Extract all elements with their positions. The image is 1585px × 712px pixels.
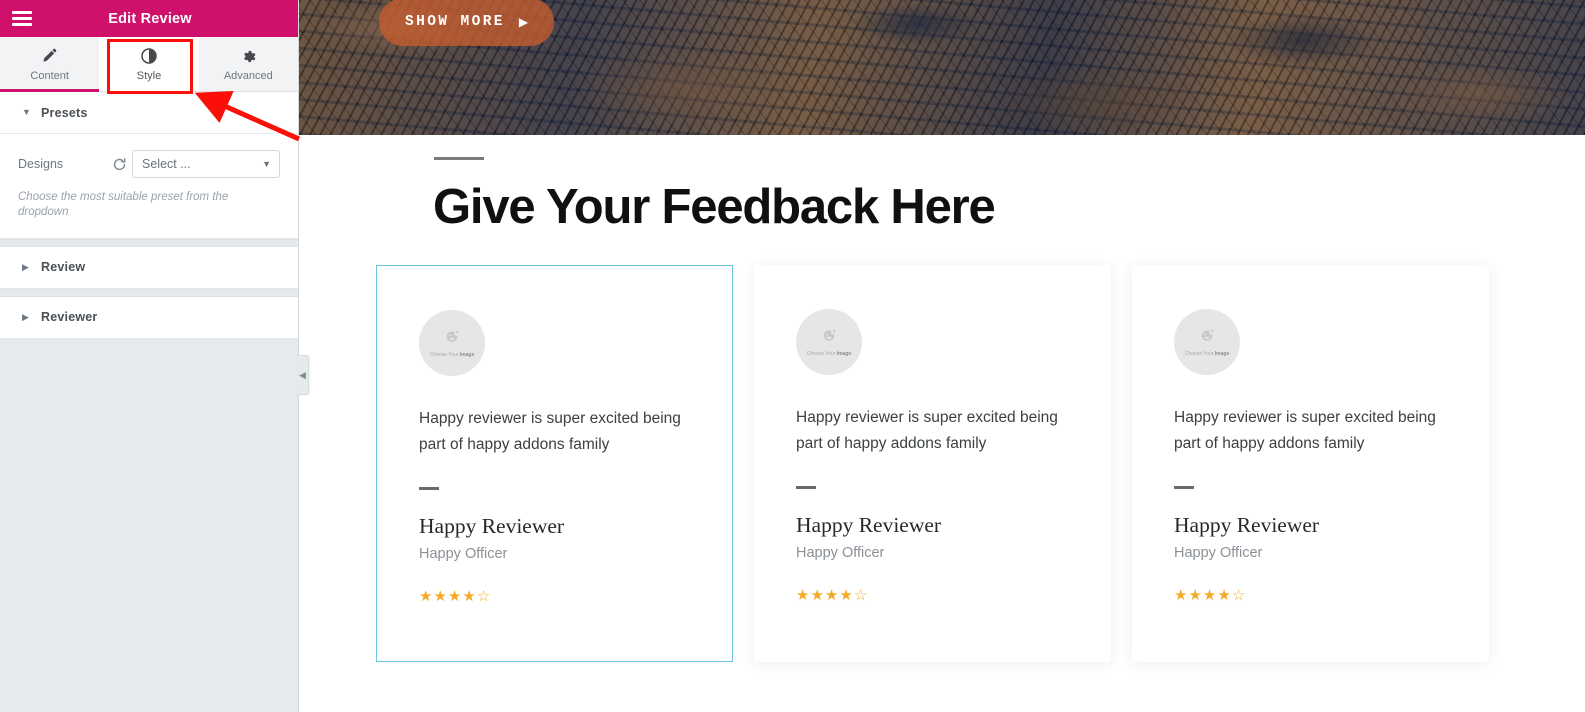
- star-empty-icon: ☆: [853, 586, 868, 604]
- review-divider: [796, 485, 816, 489]
- section-header-review[interactable]: ▶ Review: [0, 246, 298, 289]
- reviewer-name: Happy Reviewer: [796, 512, 942, 537]
- star-rating[interactable]: ★ ★ ★ ★ ☆: [1174, 588, 1447, 603]
- section-review-label: Review: [41, 260, 86, 275]
- section-body-presets: Designs Select ... ▼ Choose the most sui…: [0, 134, 298, 239]
- section-presets-label: Presets: [41, 105, 88, 120]
- gear-icon: [241, 47, 256, 65]
- star-filled-icon: ★: [810, 586, 824, 604]
- avatar[interactable]: Choose Your Image: [796, 309, 862, 376]
- review-card[interactable]: Choose Your Image Happy reviewer is supe…: [754, 265, 1111, 663]
- chevron-down-icon: ▼: [262, 159, 271, 169]
- hamburger-bar: [12, 11, 32, 14]
- star-filled-icon: ★: [1188, 586, 1202, 604]
- reviewer-name: Happy Reviewer: [419, 513, 565, 538]
- section-header-presets[interactable]: ▼ Presets: [0, 92, 298, 134]
- tab-active-underline: [0, 89, 100, 92]
- tab-content-label: Content: [30, 69, 69, 82]
- show-more-button[interactable]: SHOW MORE ▶: [379, 0, 555, 46]
- review-text: Happy reviewer is super excited being pa…: [1174, 409, 1436, 452]
- review-card[interactable]: Choose Your Image Happy reviewer is supe…: [376, 265, 733, 663]
- chevron-right-icon: ▶: [22, 311, 29, 322]
- preview-canvas: SHOW MORE ▶ Give Your Feedback Here Choo…: [299, 0, 1585, 712]
- star-filled-icon: ★: [1217, 586, 1231, 604]
- section-reviewer-label: Reviewer: [41, 310, 98, 325]
- editor-root: Edit Review Content Style Advanced ▼ Pre…: [0, 0, 1585, 712]
- review-divider: [419, 486, 439, 490]
- star-filled-icon: ★: [462, 587, 476, 605]
- avatar-caption-bold: Image: [836, 351, 852, 358]
- chevron-right-icon: ▶: [22, 261, 29, 272]
- panel-collapse-handle[interactable]: ◀: [297, 355, 309, 395]
- tab-style[interactable]: Style: [99, 37, 199, 91]
- section-header-reviewer[interactable]: ▶ Reviewer: [0, 296, 298, 339]
- avatar[interactable]: Choose Your Image: [419, 310, 485, 377]
- star-filled-icon: ★: [419, 587, 433, 605]
- designs-select[interactable]: Select ... ▼: [132, 150, 280, 178]
- refresh-icon[interactable]: [106, 157, 132, 172]
- designs-field-row: Designs Select ... ▼: [18, 150, 280, 178]
- elementor-panel-sidebar: Edit Review Content Style Advanced ▼ Pre…: [0, 0, 309, 712]
- section-separator: [0, 288, 298, 297]
- contrast-circle-icon: [141, 47, 157, 65]
- star-filled-icon: ★: [796, 586, 810, 604]
- designs-select-value: Select ...: [142, 157, 191, 171]
- review-card[interactable]: Choose Your Image Happy reviewer is supe…: [1132, 265, 1489, 663]
- tab-style-label: Style: [136, 69, 162, 82]
- page-body: Give Your Feedback Here Choose Your Imag…: [299, 135, 1585, 712]
- review-divider: [1174, 485, 1194, 489]
- avatar-caption-prefix: Choose Your: [429, 352, 460, 359]
- star-rating[interactable]: ★ ★ ★ ★ ☆: [796, 588, 1069, 603]
- panel-header: Edit Review: [0, 0, 298, 37]
- tab-advanced-label: Advanced: [223, 69, 273, 82]
- content-wrapper: Give Your Feedback Here Choose Your Imag…: [376, 135, 1491, 663]
- chevron-down-icon: ▼: [22, 107, 31, 117]
- avatar-caption: Choose Your Image: [430, 352, 474, 358]
- panel-tabs: Content Style Advanced: [0, 37, 298, 92]
- star-rating[interactable]: ★ ★ ★ ★ ☆: [419, 589, 690, 604]
- hamburger-bar: [12, 17, 32, 20]
- avatar-caption-prefix: Choose Your: [1184, 351, 1215, 358]
- reviewer-role: Happy Officer: [796, 544, 885, 561]
- star-filled-icon: ★: [447, 587, 462, 605]
- avatar-caption-prefix: Choose Your: [806, 351, 837, 358]
- review-text: Happy reviewer is super excited being pa…: [419, 410, 681, 453]
- reviewer-name: Happy Reviewer: [1174, 512, 1320, 537]
- reviewer-role: Happy Officer: [1174, 544, 1263, 561]
- hero-banner: SHOW MORE ▶: [299, 0, 1585, 135]
- page-title: Give Your Feedback Here: [433, 180, 996, 234]
- avatar[interactable]: Choose Your Image: [1174, 309, 1240, 376]
- show-more-label: SHOW MORE: [405, 14, 505, 30]
- panel-title: Edit Review: [108, 10, 192, 27]
- star-filled-icon: ★: [433, 587, 447, 605]
- image-placeholder-icon: [1199, 327, 1216, 349]
- avatar-caption: Choose Your Image: [1185, 351, 1229, 357]
- designs-field-label: Designs: [18, 157, 64, 171]
- hamburger-icon[interactable]: [12, 11, 32, 26]
- grid-apps-icon[interactable]: [268, 10, 286, 28]
- avatar-caption-bold: Image: [1214, 351, 1230, 358]
- avatar-caption: Choose Your Image: [807, 351, 851, 357]
- reviewer-role: Happy Officer: [419, 545, 508, 562]
- designs-help-text: Choose the most suitable preset from the…: [18, 191, 229, 218]
- star-empty-icon: ☆: [1231, 586, 1246, 604]
- star-filled-icon: ★: [1174, 586, 1188, 604]
- image-placeholder-icon: [444, 328, 461, 350]
- star-empty-icon: ☆: [476, 587, 491, 605]
- chevron-left-icon: ◀: [299, 369, 306, 380]
- image-placeholder-icon: [821, 327, 838, 349]
- title-divider: [434, 157, 484, 160]
- star-filled-icon: ★: [824, 586, 839, 604]
- star-filled-icon: ★: [1202, 586, 1217, 604]
- tab-content[interactable]: Content: [0, 37, 100, 92]
- hamburger-bar: [12, 23, 32, 26]
- star-filled-icon: ★: [839, 586, 853, 604]
- pencil-icon: [42, 47, 57, 65]
- tab-advanced[interactable]: Advanced: [198, 37, 298, 91]
- play-triangle-icon: ▶: [518, 15, 529, 29]
- review-cards-row: Choose Your Image Happy reviewer is supe…: [376, 265, 1491, 663]
- section-separator: [0, 238, 298, 247]
- review-text: Happy reviewer is super excited being pa…: [796, 409, 1058, 452]
- avatar-caption-bold: Image: [459, 352, 475, 359]
